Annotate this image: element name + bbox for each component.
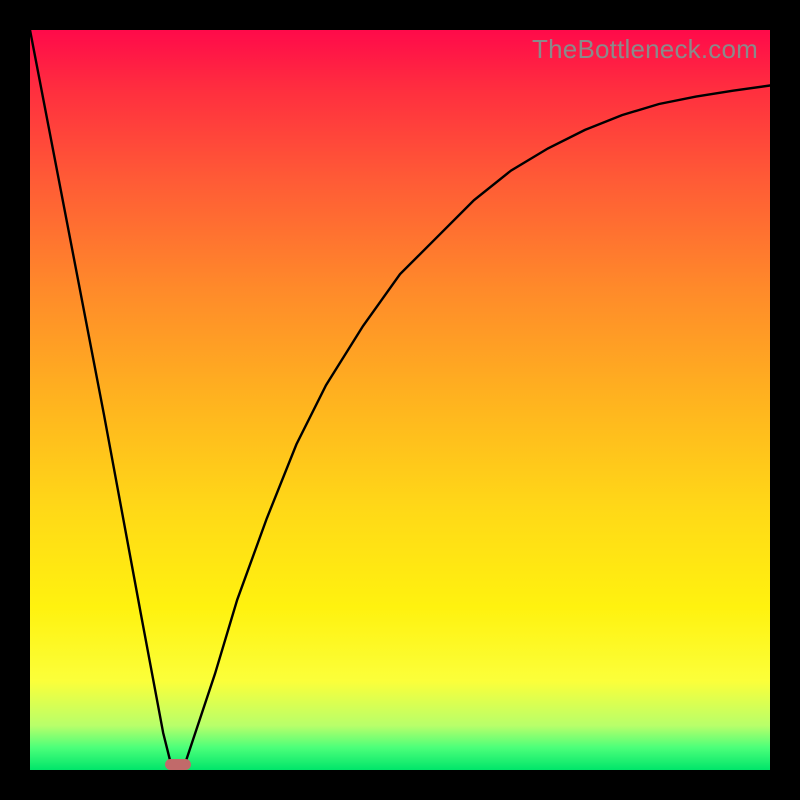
plot-area: TheBottleneck.com	[30, 30, 770, 770]
optimal-marker	[165, 759, 192, 770]
curve-svg	[30, 30, 770, 770]
bottleneck-curve-path	[30, 30, 770, 770]
chart-frame: TheBottleneck.com	[0, 0, 800, 800]
